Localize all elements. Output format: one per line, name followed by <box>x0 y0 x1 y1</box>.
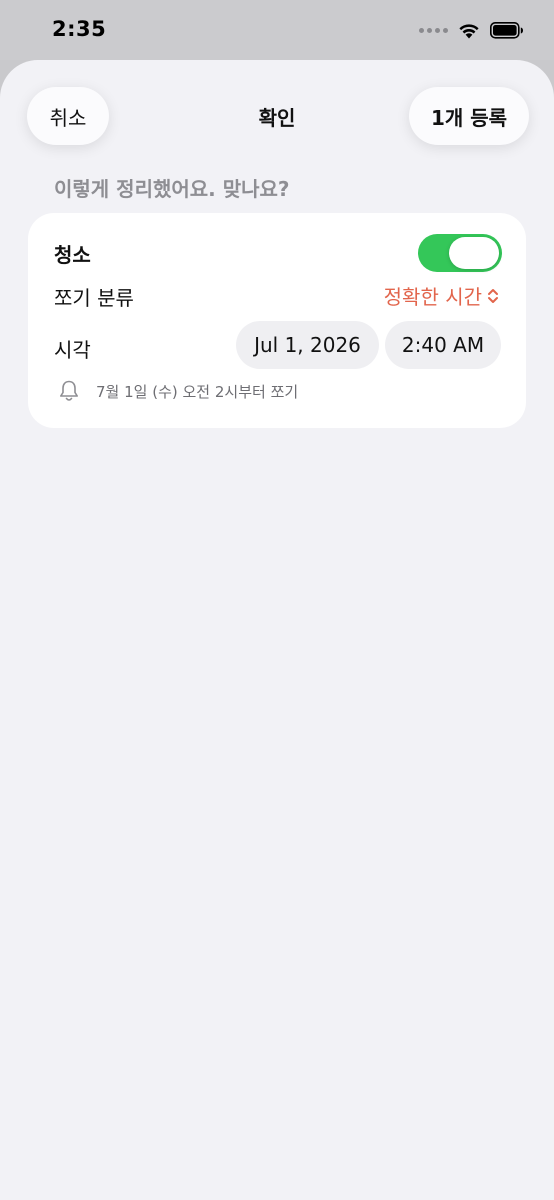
task-enabled-toggle[interactable] <box>418 234 502 272</box>
chevron-up-down-icon <box>488 288 498 303</box>
date-picker-button[interactable]: Jul 1, 2026 <box>236 321 379 369</box>
status-bar: 2:35 <box>0 0 554 60</box>
signal-dots-icon <box>419 27 448 33</box>
register-button[interactable]: 1개 등록 <box>409 87 529 145</box>
category-value: 정확한 시간 <box>383 285 482 309</box>
task-card: 청소 쪼기 분류 정확한 시간 시각 Jul 1, 2026 2:40 AM 7… <box>28 213 526 428</box>
toggle-knob <box>449 237 499 269</box>
status-time: 2:35 <box>52 17 107 41</box>
category-picker[interactable]: 정확한 시간 <box>384 281 500 310</box>
notification-row: 7월 1일 (수) 오전 2시부터 쪼기 <box>58 379 298 403</box>
wifi-icon <box>459 23 479 38</box>
confirmation-prompt: 이렇게 정리했어요. 맞나요? <box>54 177 290 201</box>
category-label: 쪼기 분류 <box>54 286 134 310</box>
time-picker-button[interactable]: 2:40 AM <box>385 321 501 369</box>
bell-icon <box>60 380 78 401</box>
confirmation-sheet: 취소 확인 1개 등록 이렇게 정리했어요. 맞나요? 청소 쪼기 분류 정확한… <box>0 60 554 1200</box>
time-label: 시각 <box>54 338 91 362</box>
task-name: 청소 <box>54 243 91 267</box>
status-icons <box>419 20 524 40</box>
notification-text: 7월 1일 (수) 오전 2시부터 쪼기 <box>96 382 299 401</box>
battery-icon <box>490 21 523 39</box>
